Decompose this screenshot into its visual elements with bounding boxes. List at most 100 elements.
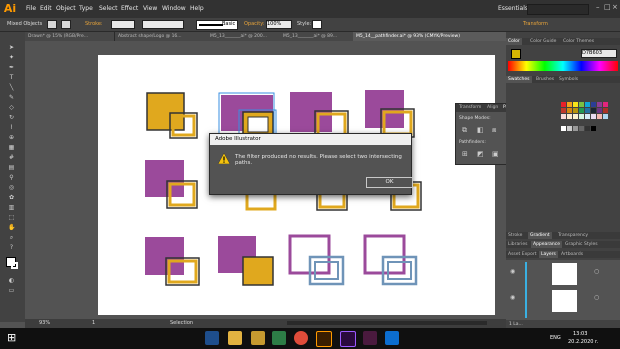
clock-date[interactable]: 20.2.2020 r. bbox=[568, 339, 598, 345]
brush-definition[interactable]: Basic bbox=[196, 20, 238, 30]
tab-document-4[interactable]: M5_13_______ai* @ 89... bbox=[280, 32, 354, 41]
rotate-tool-icon[interactable]: ↻ bbox=[8, 114, 15, 121]
pen-tool-icon[interactable]: ✒ bbox=[8, 64, 15, 71]
task-view-icon[interactable] bbox=[205, 331, 219, 345]
menu-file[interactable]: File bbox=[26, 5, 36, 12]
tab-document-2[interactable]: Abstract shape/Logo @ 16... bbox=[115, 32, 208, 41]
shape-group-r3c3[interactable] bbox=[288, 234, 345, 286]
workspace-switcher[interactable]: Essentials bbox=[498, 5, 528, 12]
divide-icon[interactable]: ⊞ bbox=[462, 150, 468, 158]
adobe-app-icon[interactable] bbox=[363, 331, 377, 345]
eraser-tool-icon[interactable]: ◇ bbox=[8, 104, 15, 111]
tab-swatches[interactable]: Swatches bbox=[506, 76, 532, 83]
language-indicator[interactable]: ENG bbox=[550, 335, 561, 341]
folder-icon[interactable] bbox=[251, 331, 265, 345]
tab-appearance[interactable]: Appearance bbox=[531, 241, 563, 248]
zoom-level[interactable]: 93% bbox=[39, 319, 50, 328]
menu-help[interactable]: Help bbox=[190, 5, 204, 12]
selection-tool-icon[interactable]: ➤ bbox=[8, 44, 15, 51]
file-explorer-icon[interactable] bbox=[228, 331, 242, 345]
ok-button[interactable]: OK bbox=[366, 177, 413, 188]
target-circle-icon[interactable]: ○ bbox=[594, 294, 599, 301]
variable-width-profile[interactable] bbox=[142, 20, 184, 29]
tab-color[interactable]: Color bbox=[506, 38, 522, 45]
tab-graphic-styles[interactable]: Graphic Styles bbox=[563, 241, 600, 248]
menu-effect[interactable]: Effect bbox=[121, 5, 138, 12]
trim-icon[interactable]: ◩ bbox=[477, 150, 484, 158]
type-tool-icon[interactable]: T bbox=[8, 74, 15, 81]
zoom-tool-icon[interactable]: ⌕ bbox=[8, 234, 15, 241]
tab-gradient[interactable]: Gradient bbox=[528, 232, 552, 239]
edge-icon[interactable] bbox=[385, 331, 399, 345]
clock-time[interactable]: 13:03 bbox=[573, 331, 587, 337]
unite-icon[interactable]: ⧉ bbox=[462, 126, 467, 135]
shape-group-r3c4[interactable] bbox=[363, 234, 418, 286]
tab-libraries[interactable]: Libraries bbox=[506, 241, 530, 248]
spotify-icon[interactable] bbox=[272, 331, 286, 345]
tab-color-themes[interactable]: Color Themes bbox=[561, 38, 597, 45]
tab-stroke[interactable]: Stroke bbox=[506, 232, 525, 239]
windows-start-icon[interactable]: ⊞ bbox=[7, 331, 16, 344]
line-tool-icon[interactable]: ╲ bbox=[8, 84, 15, 91]
shape-group-r1c4[interactable] bbox=[365, 90, 415, 138]
swatch-grid[interactable] bbox=[561, 102, 616, 142]
stroke-swatch[interactable] bbox=[61, 20, 71, 29]
stroke-label[interactable]: Stroke: bbox=[85, 21, 103, 27]
mesh-tool-icon[interactable]: # bbox=[8, 154, 15, 161]
tab-document-1[interactable]: Drawn* @ 15% (RGB/Pre... bbox=[25, 32, 115, 41]
menu-object[interactable]: Object bbox=[56, 5, 76, 12]
perspective-grid-tool-icon[interactable]: ▦ bbox=[8, 144, 15, 151]
shape-builder-tool-icon[interactable]: ⊕ bbox=[8, 134, 15, 141]
tab-brushes[interactable]: Brushes bbox=[534, 76, 557, 83]
illustrator-taskbar-icon[interactable] bbox=[316, 331, 332, 347]
menu-type[interactable]: Type bbox=[79, 5, 93, 12]
stroke-weight-field[interactable] bbox=[111, 20, 135, 29]
menu-select[interactable]: Select bbox=[99, 5, 118, 12]
merge-icon[interactable]: ▣ bbox=[492, 150, 499, 158]
target-circle-icon[interactable]: ○ bbox=[594, 268, 599, 275]
magic-wand-tool-icon[interactable]: ✦ bbox=[8, 54, 15, 61]
shape-group-r2c1[interactable] bbox=[145, 160, 198, 209]
tab-document-3[interactable]: M5_13_______ai* @ 200... bbox=[207, 32, 281, 41]
tab-document-active[interactable]: M5_14__pathfinder.ai* @ 93% (CMYK/Previe… bbox=[353, 32, 507, 41]
color-spectrum[interactable] bbox=[508, 61, 618, 71]
tab-symbols[interactable]: Symbols bbox=[557, 76, 581, 83]
width-tool-icon[interactable]: ⌇ bbox=[8, 124, 15, 131]
visibility-eye-icon[interactable]: ◉ bbox=[510, 294, 515, 301]
shape-group-r3c2[interactable] bbox=[218, 236, 274, 286]
close-icon[interactable]: × bbox=[612, 3, 618, 11]
stroke-color-icon[interactable] bbox=[11, 262, 18, 269]
graph-tool-icon[interactable]: ▥ bbox=[8, 204, 15, 211]
gradient-tool-icon[interactable]: ▤ bbox=[8, 164, 15, 171]
visibility-eye-icon[interactable]: ◉ bbox=[510, 268, 515, 275]
chrome-icon[interactable] bbox=[294, 331, 308, 345]
minus-front-icon[interactable]: ◧ bbox=[477, 126, 484, 134]
blend-tool-icon[interactable]: ◎ bbox=[8, 184, 15, 191]
eyedropper-tool-icon[interactable]: ⚲ bbox=[8, 174, 15, 181]
intersect-icon[interactable]: ⧈ bbox=[492, 126, 496, 135]
shape-group-r3c1[interactable] bbox=[145, 237, 200, 286]
graphic-style-swatch[interactable] bbox=[312, 20, 322, 29]
shape-group-r1c1[interactable] bbox=[146, 92, 198, 139]
artboard-number[interactable]: 1 bbox=[92, 319, 95, 328]
tab-layers[interactable]: Layers bbox=[539, 251, 558, 258]
menu-view[interactable]: View bbox=[143, 5, 157, 12]
transform-link[interactable]: Transform bbox=[523, 21, 548, 27]
layers-list[interactable]: ◉ ◉ ○ ○ bbox=[506, 260, 620, 320]
opacity-field[interactable]: 100% bbox=[266, 20, 292, 29]
artboard-tool-icon[interactable]: ⬚ bbox=[8, 214, 15, 221]
horizontal-scrollbar[interactable] bbox=[287, 321, 487, 325]
menu-edit[interactable]: Edit bbox=[40, 5, 52, 12]
search-stock-input[interactable] bbox=[527, 4, 589, 15]
hand-tool-icon[interactable]: ✋ bbox=[8, 224, 15, 231]
opacity-label[interactable]: Opacity: bbox=[244, 21, 265, 27]
tab-artboards[interactable]: Artboards bbox=[559, 251, 586, 258]
maximize-icon[interactable]: □ bbox=[604, 3, 611, 11]
help-icon[interactable]: ? bbox=[8, 244, 15, 251]
tab-asset-export[interactable]: Asset Export bbox=[506, 251, 539, 258]
premiere-icon[interactable] bbox=[340, 331, 356, 347]
fill-color-chip[interactable] bbox=[511, 49, 521, 59]
draw-mode-icon[interactable]: ◐ bbox=[8, 277, 15, 284]
minimize-icon[interactable]: – bbox=[596, 3, 600, 11]
tab-transform[interactable]: Transform bbox=[459, 105, 481, 110]
